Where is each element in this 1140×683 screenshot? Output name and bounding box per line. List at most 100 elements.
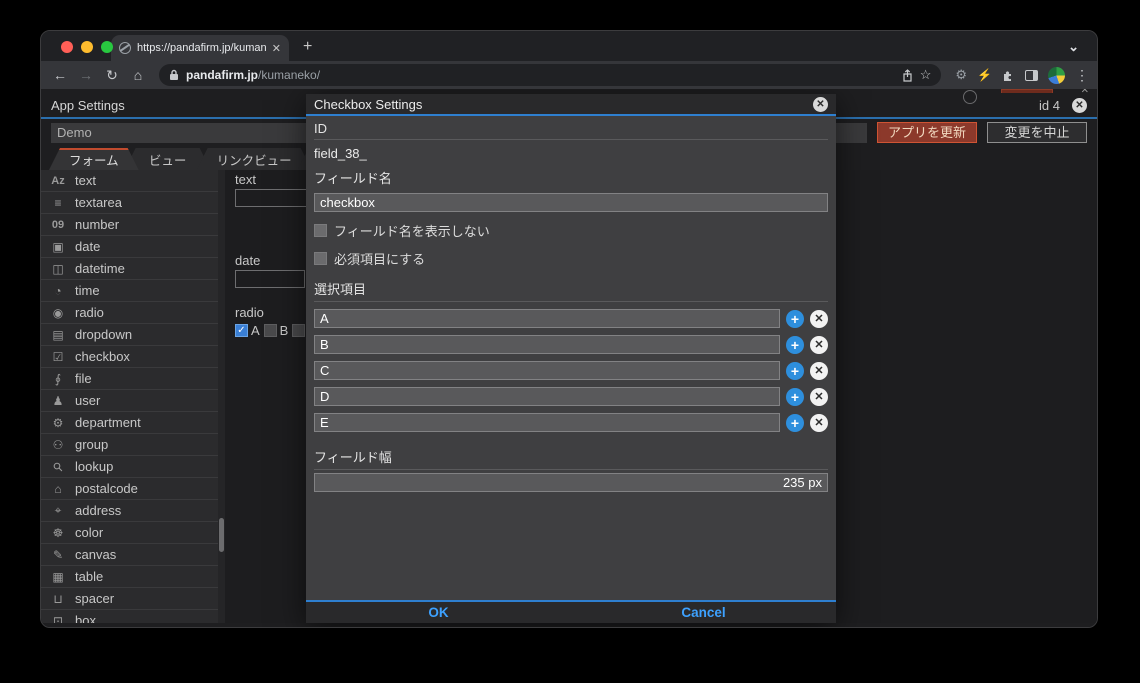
option-value-input[interactable] bbox=[314, 387, 780, 406]
sidebar-item-label: lookup bbox=[75, 459, 114, 474]
menu-dots-icon[interactable]: ⋮ bbox=[1075, 67, 1089, 84]
field-name-input[interactable] bbox=[314, 193, 828, 212]
modal-close-button[interactable]: ✕ bbox=[813, 96, 828, 112]
home-icon[interactable]: ⌂ bbox=[127, 67, 149, 83]
add-option-button[interactable]: + bbox=[786, 413, 804, 432]
gear-icon[interactable]: ⚙ bbox=[955, 67, 967, 83]
canvas-checkbox-option[interactable]: ✓ B bbox=[263, 323, 288, 338]
close-window-button[interactable] bbox=[61, 41, 73, 53]
update-app-button[interactable]: アプリを更新 bbox=[877, 122, 977, 143]
cancel-changes-button[interactable]: 変更を中止 bbox=[987, 122, 1087, 143]
modal-footer: OK Cancel bbox=[306, 600, 836, 623]
sidebar-item-address[interactable]: ⌖ address bbox=[41, 500, 218, 522]
option-value-input[interactable] bbox=[314, 335, 780, 354]
side-panel-icon[interactable] bbox=[1025, 69, 1038, 81]
cancel-button[interactable]: Cancel bbox=[571, 602, 836, 623]
sidebar-item-color[interactable]: ☸ color bbox=[41, 522, 218, 544]
field-width-input[interactable] bbox=[314, 473, 828, 492]
options-label: 選択項目 bbox=[314, 274, 828, 302]
sidebar-item-number[interactable]: 09 number bbox=[41, 214, 218, 236]
sidebar-item-canvas[interactable]: ✎ canvas bbox=[41, 544, 218, 566]
sidebar-item-table[interactable]: ▦ table bbox=[41, 566, 218, 588]
checkbox-icon[interactable]: ✓ bbox=[292, 324, 306, 337]
browser-window: https://pandafirm.jp/kumaneko ✕ + ⌄ ← → … bbox=[40, 30, 1098, 628]
person-icon: ♟ bbox=[52, 393, 64, 408]
add-option-button[interactable]: + bbox=[786, 309, 804, 328]
sidebar-item-label: user bbox=[75, 393, 101, 408]
sidebar-scrollbar-thumb[interactable] bbox=[219, 518, 224, 552]
url-path: /kumaneko/ bbox=[258, 68, 321, 82]
checkbox-icon[interactable]: ✓ bbox=[263, 324, 277, 337]
spacer-icon: ⊔ bbox=[53, 591, 63, 606]
sidebar-item-radio[interactable]: ◉ radio bbox=[41, 302, 218, 324]
ok-button[interactable]: OK bbox=[306, 602, 571, 623]
sidebar-item-box[interactable]: ⊡ box bbox=[41, 610, 218, 623]
forward-icon[interactable]: → bbox=[75, 67, 97, 83]
sidebar-item-textarea[interactable]: ≡ textarea bbox=[41, 192, 218, 214]
option-value-input[interactable] bbox=[314, 309, 780, 328]
background-page-sliver: ✕ bbox=[41, 89, 1097, 104]
bookmark-star-icon[interactable]: ☆ bbox=[920, 67, 932, 83]
calendar-icon: ▣ bbox=[52, 239, 64, 254]
paperclip-icon: ∮ bbox=[54, 371, 62, 386]
minimize-window-button[interactable] bbox=[81, 41, 93, 53]
add-option-button[interactable]: + bbox=[786, 335, 804, 354]
address-bar[interactable]: pandafirm.jp/kumaneko/ ☆ bbox=[159, 64, 942, 86]
sidebar-item-time[interactable]: ◔ time bbox=[41, 280, 218, 302]
canvas-checkbox-option[interactable]: ✓ A bbox=[235, 323, 260, 338]
checkbox-icon[interactable]: ✓ bbox=[235, 324, 248, 337]
sidebar-item-group[interactable]: ⚇ group bbox=[41, 434, 218, 456]
checkbox-icon[interactable] bbox=[314, 252, 327, 265]
sidebar-item-postalcode[interactable]: ⌂ postalcode bbox=[41, 478, 218, 500]
close-settings-button[interactable]: ✕ bbox=[1072, 97, 1087, 113]
required-checkbox[interactable]: 必須項目にする bbox=[314, 249, 828, 268]
remove-option-button[interactable]: ✕ bbox=[810, 335, 828, 354]
share-icon[interactable] bbox=[902, 68, 913, 82]
sidebar-item-label: color bbox=[75, 525, 104, 540]
puzzle-extensions-icon[interactable] bbox=[1002, 69, 1015, 82]
zoom-window-button[interactable] bbox=[101, 41, 113, 53]
sidebar-item-lookup[interactable]: ⚲ lookup bbox=[41, 456, 218, 478]
reload-icon[interactable]: ↻ bbox=[101, 67, 123, 84]
tab-linkview[interactable]: リンクビュー bbox=[197, 148, 312, 170]
hide-field-name-checkbox[interactable]: フィールド名を表示しない bbox=[314, 221, 828, 240]
field-name-label: フィールド名 bbox=[314, 171, 392, 186]
option-value-input[interactable] bbox=[314, 361, 780, 380]
sidebar-item-checkbox[interactable]: ☑ checkbox bbox=[41, 346, 218, 368]
lightning-extension-icon[interactable]: ⚡ bbox=[977, 68, 992, 82]
add-option-button[interactable]: + bbox=[786, 387, 804, 406]
chevron-down-icon[interactable]: ⌄ bbox=[1068, 39, 1079, 55]
option-value-input[interactable] bbox=[314, 413, 780, 432]
sidebar-item-label: table bbox=[75, 569, 104, 584]
sidebar-scrollbar[interactable] bbox=[218, 170, 225, 623]
remove-option-button[interactable]: ✕ bbox=[810, 309, 828, 328]
canvas-date-input[interactable] bbox=[235, 270, 305, 288]
checkbox-icon[interactable] bbox=[314, 224, 327, 237]
remove-option-button[interactable]: ✕ bbox=[810, 387, 828, 406]
add-option-button[interactable]: + bbox=[786, 361, 804, 380]
new-tab-button[interactable]: + bbox=[303, 38, 312, 56]
tab-view[interactable]: ビュー bbox=[125, 148, 211, 170]
sidebar-item-department[interactable]: ⚙ department bbox=[41, 412, 218, 434]
sidebar-item-spacer[interactable]: ⊔ spacer bbox=[41, 588, 218, 610]
remove-option-button[interactable]: ✕ bbox=[810, 413, 828, 432]
back-icon[interactable]: ← bbox=[49, 67, 71, 83]
sidebar-item-user[interactable]: ♟ user bbox=[41, 390, 218, 412]
sidebar-item-file[interactable]: ∮ file bbox=[41, 368, 218, 390]
search-icon: ⚲ bbox=[49, 458, 67, 475]
text-icon: Az bbox=[51, 174, 65, 187]
tab-form[interactable]: フォーム bbox=[49, 148, 139, 170]
sidebar-item-dropdown[interactable]: ▤ dropdown bbox=[41, 324, 218, 346]
sidebar-item-datetime[interactable]: ◫ datetime bbox=[41, 258, 218, 280]
lock-icon bbox=[170, 69, 178, 80]
sidebar-item-label: address bbox=[75, 503, 122, 518]
pencil-icon: ✎ bbox=[52, 547, 64, 562]
sidebar-item-text[interactable]: Az text bbox=[41, 170, 218, 192]
field-width-label: フィールド幅 bbox=[314, 442, 828, 470]
browser-tab[interactable]: https://pandafirm.jp/kumaneko ✕ bbox=[111, 35, 289, 61]
tab-close-icon[interactable]: ✕ bbox=[272, 42, 281, 55]
org-icon: ⚙ bbox=[52, 415, 64, 430]
remove-option-button[interactable]: ✕ bbox=[810, 361, 828, 380]
profile-avatar[interactable] bbox=[1048, 66, 1065, 84]
sidebar-item-date[interactable]: ▣ date bbox=[41, 236, 218, 258]
